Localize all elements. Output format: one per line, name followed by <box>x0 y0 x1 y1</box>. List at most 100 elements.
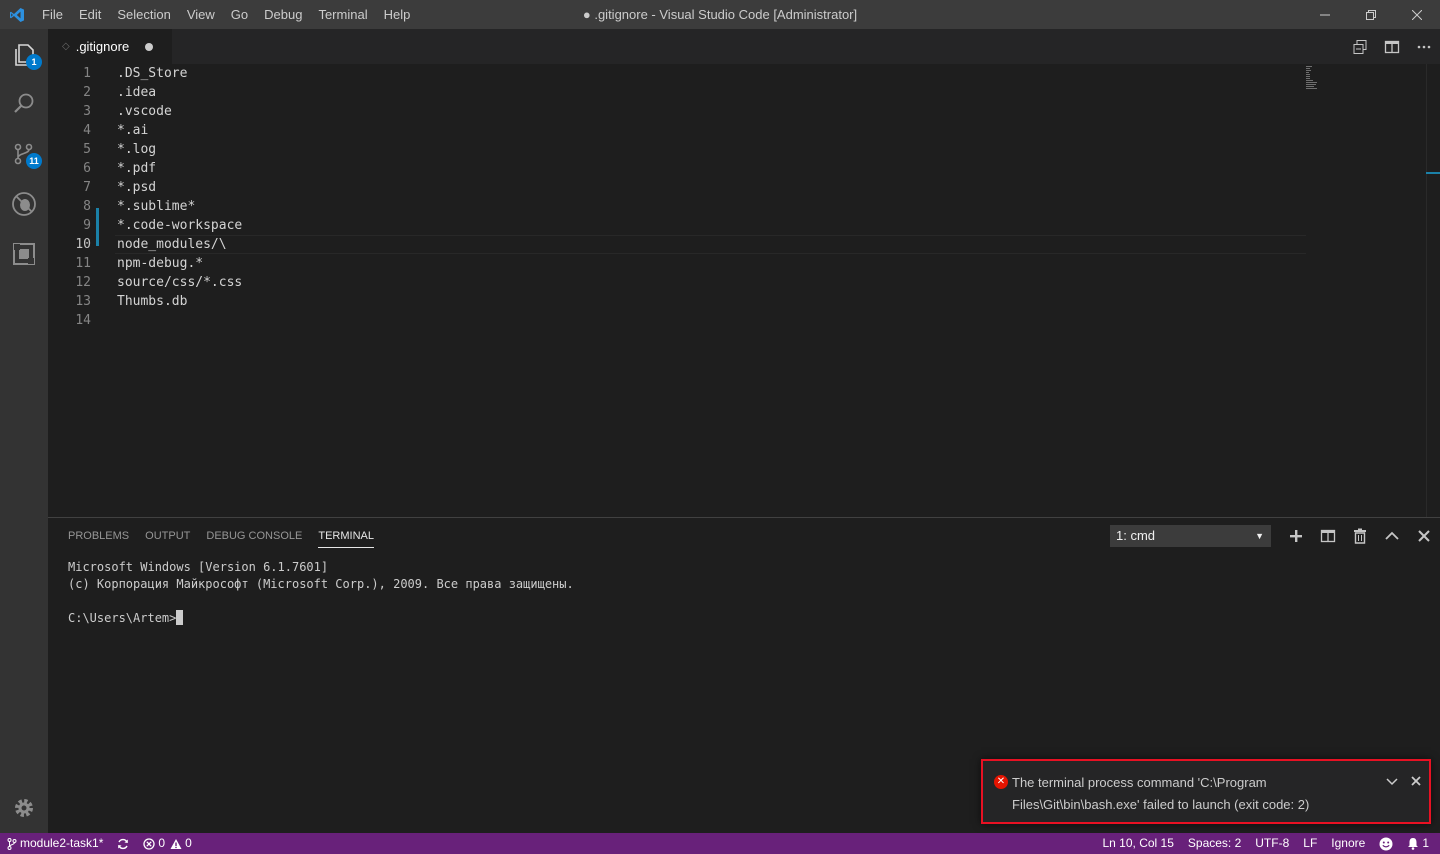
editor-scrollbar[interactable] <box>1426 64 1440 517</box>
warning-count: 0 <box>185 836 192 850</box>
minimize-button[interactable] <box>1302 0 1348 29</box>
code-line[interactable]: 5 *.log <box>48 140 1308 159</box>
more-actions-button[interactable] <box>1408 29 1440 64</box>
branch-indicator[interactable]: module2-task1* <box>0 833 110 854</box>
problems-indicator[interactable]: 0 0 <box>136 833 198 854</box>
scrollbar-change-marker <box>1426 172 1440 174</box>
menu-help[interactable]: Help <box>376 0 419 29</box>
extensions-button[interactable] <box>0 230 48 278</box>
bell-icon <box>1408 838 1419 850</box>
panel-actions <box>1280 518 1440 554</box>
editor-actions <box>1344 29 1440 64</box>
open-changes-button[interactable] <box>1344 29 1376 64</box>
close-icon <box>1411 776 1421 786</box>
line-number: 10 <box>75 237 91 252</box>
line-text: npm-debug.* <box>117 256 204 271</box>
code-line[interactable]: 12 source/css/*.css <box>48 273 1308 292</box>
branch-name: module2-task1* <box>20 836 104 850</box>
menu-go[interactable]: Go <box>223 0 256 29</box>
menu-edit[interactable]: Edit <box>71 0 109 29</box>
menu-selection[interactable]: Selection <box>109 0 178 29</box>
line-text: *.ai <box>117 123 149 138</box>
trash-icon <box>1354 528 1366 544</box>
search-icon <box>14 93 34 113</box>
notification-line-1: The terminal process command 'C:\Program <box>1012 775 1267 790</box>
sync-button[interactable] <box>110 838 136 850</box>
terminal-line-text: Microsoft Windows [Version 6.1.7601] <box>68 560 329 574</box>
gear-icon <box>15 799 33 817</box>
unsaved-dot-icon[interactable] <box>145 42 154 51</box>
line-number: 5 <box>83 142 91 157</box>
source-control-button[interactable]: 11 <box>0 130 48 178</box>
code-line[interactable]: 3 .vscode <box>48 102 1308 121</box>
collapse-notification-button[interactable] <box>1383 772 1401 790</box>
git-branch-icon <box>7 837 17 850</box>
line-text: source/css/*.css <box>117 275 243 290</box>
code-line[interactable]: 1 .DS_Store <box>48 64 1308 83</box>
editor-tabs: ◇ .gitignore <box>48 29 1440 64</box>
explorer-button[interactable]: 1 <box>0 31 48 79</box>
code-line[interactable]: 7 *.psd <box>48 178 1308 197</box>
menu-file[interactable]: File <box>34 0 71 29</box>
file-type-icon: ◇ <box>62 41 70 52</box>
tab-problems[interactable]: PROBLEMS <box>60 518 137 554</box>
code-line[interactable]: 13 Thumbs.db <box>48 292 1308 311</box>
language-mode[interactable]: Ignore <box>1324 833 1372 854</box>
status-bar: module2-task1* 0 0 Ln 10, Col 15 Spaces:… <box>0 833 1440 854</box>
notifications-button[interactable]: 1 <box>1400 833 1436 854</box>
code-line[interactable]: 10 node_modules/\ <box>48 235 1308 254</box>
line-number: 8 <box>83 199 91 214</box>
line-number: 11 <box>75 256 91 271</box>
code-line[interactable]: 2 .idea <box>48 83 1308 102</box>
manage-button[interactable] <box>0 784 48 832</box>
restore-button[interactable] <box>1348 0 1394 29</box>
code-editor[interactable]: 1 .DS_Store 2 .idea 3 .vscode 4 *.ai 5 *.log 6 *.pd… <box>48 64 1440 517</box>
new-terminal-button[interactable] <box>1280 518 1312 554</box>
error-count: 0 <box>158 836 166 850</box>
tab-gitignore[interactable]: ◇ .gitignore <box>48 29 172 64</box>
split-terminal-button[interactable] <box>1312 518 1344 554</box>
kill-terminal-button[interactable] <box>1344 518 1376 554</box>
debug-button[interactable] <box>0 180 48 228</box>
code-line[interactable]: 14 <box>48 311 1308 330</box>
line-text: .vscode <box>117 104 172 119</box>
minimap[interactable] <box>1306 64 1426 517</box>
chevron-up-icon <box>1385 531 1399 540</box>
indentation[interactable]: Spaces: 2 <box>1181 833 1248 854</box>
menu-bar: File Edit Selection View Go Debug Terminal Help <box>34 0 418 29</box>
feedback-button[interactable] <box>1372 837 1400 851</box>
menu-view[interactable]: View <box>179 0 223 29</box>
notification-count: 1 <box>1422 836 1429 850</box>
status-bar-right: Ln 10, Col 15 Spaces: 2 UTF-8 LF Ignore … <box>1096 833 1437 854</box>
line-text: .idea <box>117 85 157 100</box>
line-text: *.sublime* <box>117 199 196 214</box>
terminal-selector-value: 1: cmd <box>1116 528 1156 543</box>
code-line[interactable]: 8 *.sublime* <box>48 197 1308 216</box>
tab-debug-console[interactable]: DEBUG CONSOLE <box>198 518 310 554</box>
line-number: 12 <box>75 275 91 290</box>
close-panel-button[interactable] <box>1408 518 1440 554</box>
encoding[interactable]: UTF-8 <box>1248 833 1296 854</box>
line-number: 6 <box>83 161 91 176</box>
maximize-panel-button[interactable] <box>1376 518 1408 554</box>
close-window-button[interactable] <box>1394 0 1440 29</box>
code-line[interactable]: 9 *.code-workspace <box>48 216 1308 235</box>
close-notification-button[interactable] <box>1407 772 1425 790</box>
explorer-badge: 1 <box>26 54 42 70</box>
code-line[interactable]: 11 npm-debug.* <box>48 254 1308 273</box>
tab-output[interactable]: OUTPUT <box>137 518 198 554</box>
code-line[interactable]: 4 *.ai <box>48 121 1308 140</box>
terminal-output[interactable]: Microsoft Windows [Version 6.1.7601] (c) … <box>68 559 574 627</box>
window-controls <box>1302 0 1440 29</box>
menu-terminal[interactable]: Terminal <box>310 0 375 29</box>
split-editor-button[interactable] <box>1376 29 1408 64</box>
cursor-position[interactable]: Ln 10, Col 15 <box>1096 833 1181 854</box>
search-button[interactable] <box>0 80 48 128</box>
terminal-selector[interactable]: 1: cmd ▼ <box>1110 525 1271 547</box>
line-text: *.psd <box>117 180 157 195</box>
code-line[interactable]: 6 *.pdf <box>48 159 1308 178</box>
chevron-down-icon: ▼ <box>1255 531 1264 541</box>
tab-terminal[interactable]: TERMINAL <box>310 518 382 554</box>
menu-debug[interactable]: Debug <box>256 0 310 29</box>
end-of-line[interactable]: LF <box>1296 833 1324 854</box>
